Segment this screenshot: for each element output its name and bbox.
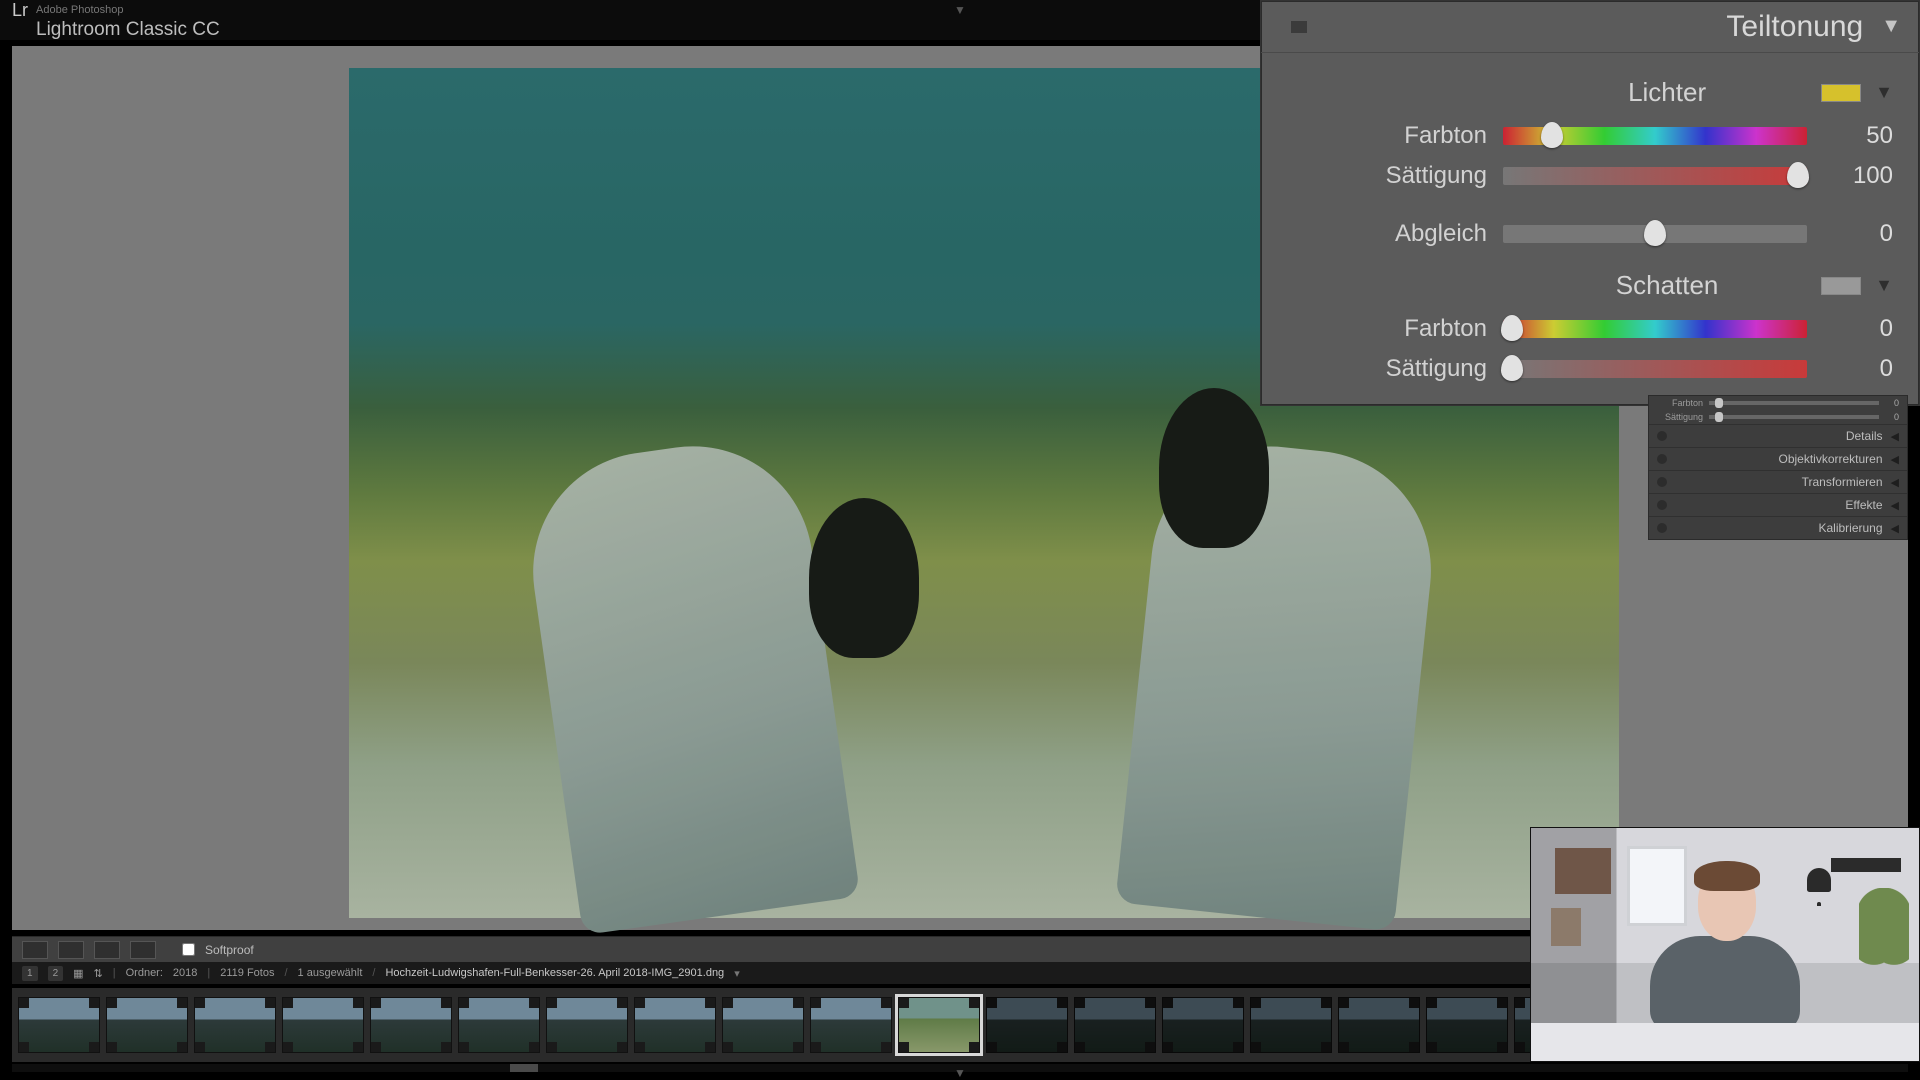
shadows-sat-slider[interactable]: [1503, 360, 1807, 378]
presenter-webcam: [1530, 827, 1920, 1062]
shadows-color-swatch[interactable]: [1821, 277, 1861, 295]
filmstrip-thumb[interactable]: [986, 997, 1068, 1053]
panel-title: Teiltonung: [1726, 10, 1863, 44]
monitor-2-button[interactable]: 2: [48, 966, 64, 981]
shadows-sat-label: Sättigung: [1287, 355, 1487, 383]
panel-label: Objektivkorrekturen: [1778, 452, 1882, 466]
photo-count: 2119 Fotos: [220, 967, 274, 979]
highlights-hue-slider[interactable]: [1503, 127, 1807, 145]
filename-dropdown-icon[interactable]: ▾: [734, 967, 740, 980]
shadows-picker-icon[interactable]: ▼: [1875, 275, 1893, 296]
split-toning-panel: Teiltonung ▼ Lichter ▼ Farbton 50 Sättig…: [1260, 0, 1920, 406]
monitor-1-button[interactable]: 1: [22, 966, 38, 981]
filmstrip-scrollbar-thumb[interactable]: [510, 1064, 538, 1072]
develop-panels: Farbton 0 Sättigung 0 Details ◀ Objektivk…: [1648, 395, 1908, 540]
filmstrip-thumb[interactable]: [106, 997, 188, 1053]
mini-sat-slider[interactable]: [1709, 415, 1879, 419]
filmstrip-thumb[interactable]: [634, 997, 716, 1053]
vendor-label: Adobe Photoshop: [36, 4, 220, 16]
panel-details[interactable]: Details ◀: [1649, 424, 1907, 447]
chevron-left-icon: ◀: [1891, 522, 1899, 535]
softproof-checkbox[interactable]: [182, 943, 195, 956]
mini-sat-label: Sättigung: [1657, 412, 1703, 422]
filmstrip-thumb[interactable]: [1074, 997, 1156, 1053]
panel-label: Details: [1846, 429, 1883, 443]
folder-label: Ordner:: [126, 967, 163, 979]
view-before-after-split-button[interactable]: [130, 941, 156, 959]
balance-slider[interactable]: [1503, 225, 1807, 243]
shadows-hue-label: Farbton: [1287, 315, 1487, 343]
filmstrip-thumb[interactable]: [1338, 997, 1420, 1053]
highlights-color-swatch[interactable]: [1821, 84, 1861, 102]
panel-label: Effekte: [1845, 498, 1882, 512]
chevron-left-icon: ◀: [1891, 476, 1899, 489]
mini-hue-slider[interactable]: [1709, 401, 1879, 405]
highlights-label: Lichter: [1527, 77, 1807, 108]
slider-knob[interactable]: [1644, 220, 1666, 246]
panel-effects[interactable]: Effekte ◀: [1649, 493, 1907, 516]
sort-icon[interactable]: ⇅: [94, 967, 103, 980]
current-filename: Hochzeit-Ludwigshafen-Full-Benkesser-26.…: [385, 967, 724, 979]
panel-collapse-icon[interactable]: ▼: [1881, 15, 1901, 38]
filmstrip-thumb[interactable]: [1250, 997, 1332, 1053]
filmstrip-thumb[interactable]: [282, 997, 364, 1053]
panel-label: Kalibrierung: [1818, 521, 1882, 535]
filmstrip-thumb[interactable]: [810, 997, 892, 1053]
balance-label: Abgleich: [1287, 220, 1487, 248]
slider-knob[interactable]: [1501, 315, 1523, 341]
shadows-label: Schatten: [1527, 270, 1807, 301]
balance-value[interactable]: 0: [1823, 220, 1893, 248]
chevron-left-icon: ◀: [1891, 499, 1899, 512]
filmstrip-thumb[interactable]: [898, 997, 980, 1053]
panel-switch-icon[interactable]: [1291, 21, 1307, 33]
filmstrip-thumb[interactable]: [194, 997, 276, 1053]
logo-mark: Lr: [12, 0, 28, 21]
chevron-left-icon: ◀: [1891, 430, 1899, 443]
panel-toggle-top-icon[interactable]: ▼: [954, 3, 966, 17]
filmstrip-thumb[interactable]: [722, 997, 804, 1053]
view-before-after-tb-button[interactable]: [94, 941, 120, 959]
view-before-after-lr-button[interactable]: [58, 941, 84, 959]
app-name: Lightroom Classic CC: [36, 19, 220, 41]
shadows-sat-value[interactable]: 0: [1823, 355, 1893, 383]
slider-knob[interactable]: [1501, 355, 1523, 381]
panel-calibration[interactable]: Kalibrierung ◀: [1649, 516, 1907, 539]
filmstrip-thumb[interactable]: [1162, 997, 1244, 1053]
slider-knob[interactable]: [1541, 122, 1563, 148]
view-loupe-button[interactable]: [22, 941, 48, 959]
slider-knob[interactable]: [1787, 162, 1809, 188]
panel-label: Transformieren: [1802, 475, 1883, 489]
panel-toggle-bottom-icon[interactable]: ▼: [954, 1066, 966, 1080]
mini-hue-label: Farbton: [1657, 398, 1703, 408]
selected-count: 1 ausgewählt: [298, 967, 363, 979]
panel-lens[interactable]: Objektivkorrekturen ◀: [1649, 447, 1907, 470]
mini-sat-value[interactable]: 0: [1885, 412, 1899, 422]
app-logo: Lr Adobe Photoshop Lightroom Classic CC: [12, 0, 220, 41]
filmstrip-thumb[interactable]: [18, 997, 100, 1053]
highlights-sat-label: Sättigung: [1287, 162, 1487, 190]
highlights-picker-icon[interactable]: ▼: [1875, 82, 1893, 103]
grid-icon[interactable]: ▦: [73, 967, 83, 980]
mini-hue-value[interactable]: 0: [1885, 398, 1899, 408]
highlights-hue-value[interactable]: 50: [1823, 122, 1893, 150]
shadows-hue-slider[interactable]: [1503, 320, 1807, 338]
panel-transform[interactable]: Transformieren ◀: [1649, 470, 1907, 493]
filmstrip-thumb[interactable]: [1426, 997, 1508, 1053]
highlights-sat-value[interactable]: 100: [1823, 162, 1893, 190]
folder-value[interactable]: 2018: [173, 967, 197, 979]
highlights-sat-slider[interactable]: [1503, 167, 1807, 185]
filmstrip-thumb[interactable]: [370, 997, 452, 1053]
shadows-hue-value[interactable]: 0: [1823, 315, 1893, 343]
softproof-label: Softproof: [205, 943, 254, 957]
highlights-hue-label: Farbton: [1287, 122, 1487, 150]
filmstrip-thumb[interactable]: [458, 997, 540, 1053]
chevron-left-icon: ◀: [1891, 453, 1899, 466]
filmstrip-thumb[interactable]: [546, 997, 628, 1053]
